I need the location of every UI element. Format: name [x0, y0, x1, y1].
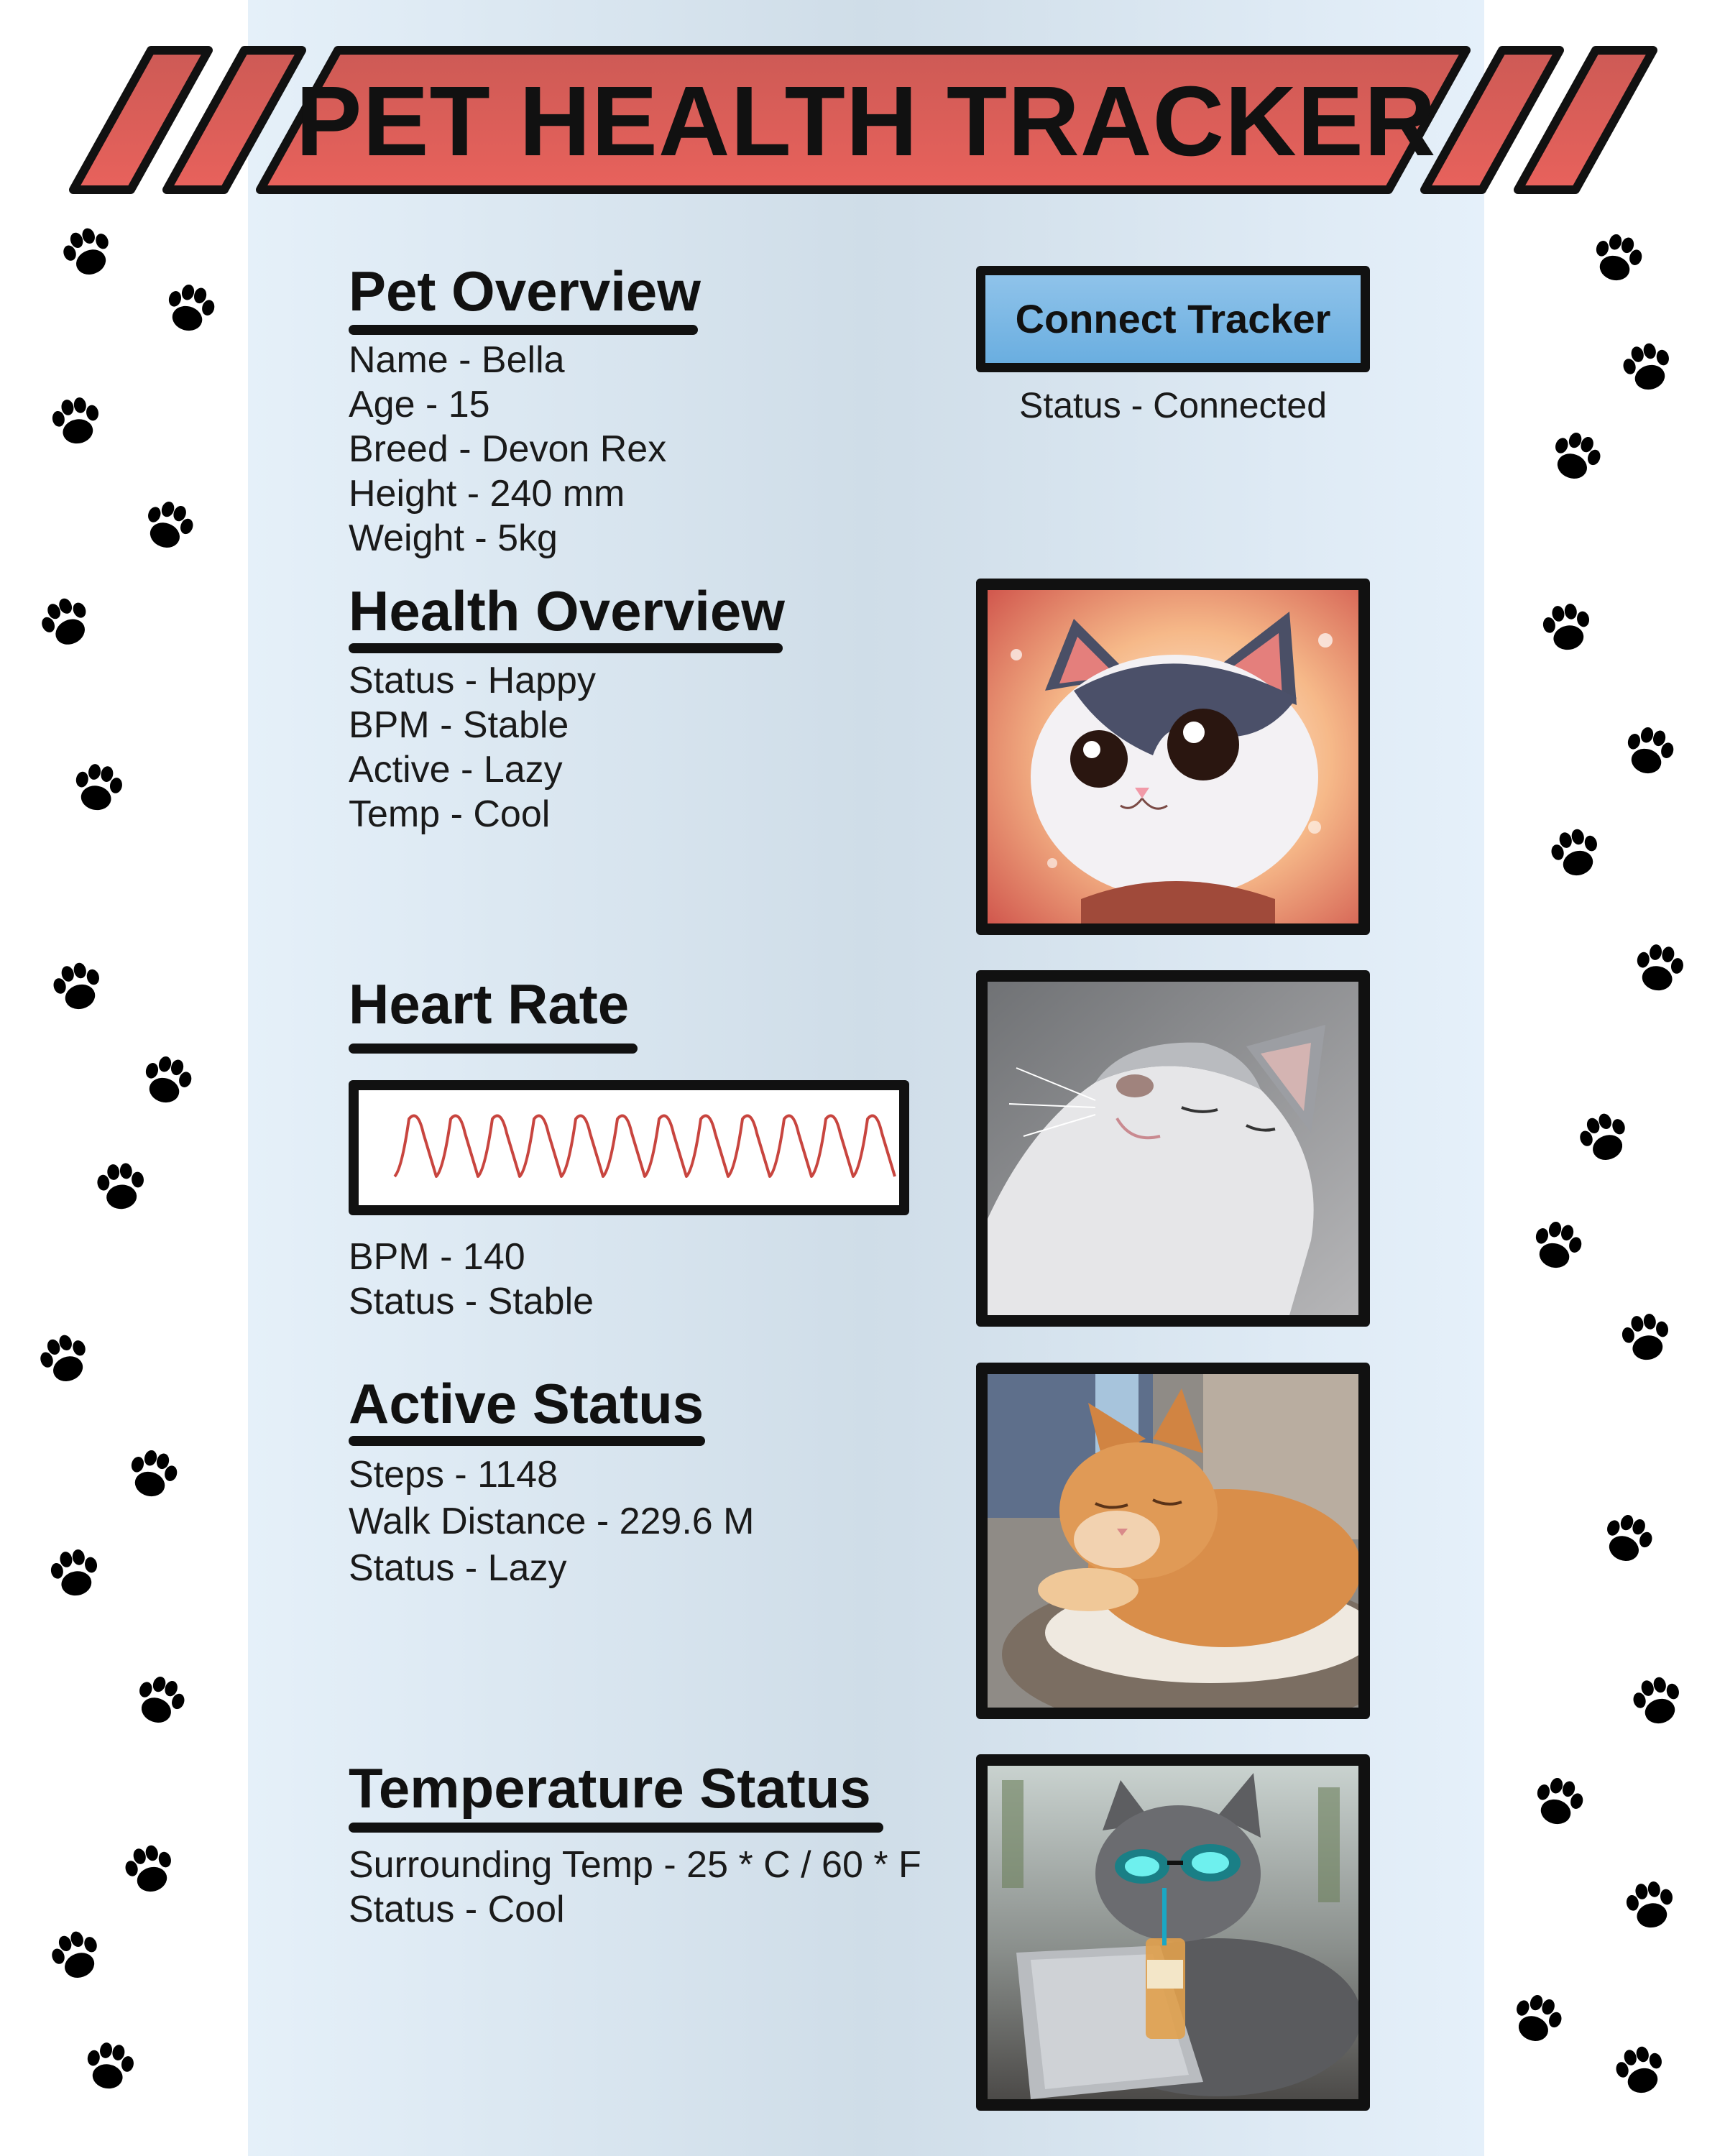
pet-name: Name - Bella — [349, 339, 565, 381]
ecg-waveform — [393, 1114, 896, 1178]
active-status-value: Status - Lazy — [349, 1547, 567, 1589]
heart-rate-bpm: BPM - 140 — [349, 1236, 525, 1278]
paw-print-icon — [121, 1841, 178, 1897]
temperature-status-value: Status - Cool — [349, 1889, 565, 1930]
surrounding-temp: Surrounding Temp - 25 * C / 60 * F — [349, 1844, 921, 1886]
paw-print-icon — [35, 591, 97, 653]
pet-overview-underline — [349, 325, 698, 335]
paw-print-icon — [47, 1547, 102, 1600]
active-steps: Steps - 1148 — [349, 1454, 558, 1496]
paw-print-icon — [1632, 941, 1686, 995]
connect-tracker-button[interactable]: Connect Tracker — [976, 266, 1370, 372]
temperature-status-heading: Temperature Status — [349, 1756, 871, 1820]
paw-print-icon — [49, 958, 106, 1015]
paw-print-icon — [1589, 230, 1647, 286]
paw-print-icon — [96, 1161, 147, 1211]
pet-height: Height - 240 mm — [349, 473, 625, 515]
heart-rate-heading: Heart Rate — [349, 972, 630, 1036]
paw-print-icon — [139, 496, 198, 555]
heart-rate-status: Status - Stable — [349, 1281, 594, 1322]
health-overview-list: Status - Happy BPM - Stable Active - Laz… — [349, 658, 596, 837]
paw-print-icon — [130, 1671, 190, 1730]
paw-print-icon — [34, 1330, 95, 1388]
cartoon-cat-photo — [976, 579, 1370, 935]
pet-age: Age - 15 — [349, 384, 490, 425]
pet-weight: Weight - 5kg — [349, 517, 558, 559]
paw-print-icon — [1529, 1217, 1586, 1273]
temperature-status-list: Surrounding Temp - 25 * C / 60 * F Statu… — [349, 1843, 921, 1932]
paw-print-icon — [1611, 2042, 1669, 2099]
paw-print-icon — [1546, 427, 1606, 486]
heart-rate-list: BPM - 140 Status - Stable — [349, 1235, 594, 1324]
health-bpm: BPM - Stable — [349, 704, 569, 746]
paw-print-icon — [124, 1446, 182, 1502]
pet-overview-list: Name - Bella Age - 15 Breed - Devon Rex … — [349, 338, 666, 561]
paw-print-icon — [1619, 1311, 1673, 1364]
health-active: Active - Lazy — [349, 749, 563, 791]
paw-print-icon — [1623, 1879, 1678, 1932]
paw-print-icon — [1598, 1509, 1657, 1568]
health-overview-underline — [349, 643, 783, 653]
health-overview-heading: Health Overview — [349, 579, 785, 642]
title-banner: PET HEALTH TRACKER — [65, 45, 1668, 195]
paw-print-icon — [1629, 1672, 1686, 1729]
paw-print-icon — [1619, 338, 1676, 395]
paw-print-icon — [71, 761, 125, 814]
active-status-heading: Active Status — [349, 1372, 704, 1435]
active-status-underline — [349, 1436, 705, 1446]
health-temp: Temp - Cool — [349, 793, 551, 835]
heart-rate-graph — [349, 1080, 909, 1215]
paw-print-icon — [1621, 723, 1678, 779]
paw-print-icon — [1574, 1108, 1634, 1167]
health-status: Status - Happy — [349, 660, 596, 701]
sleeping-orange-cat-photo — [976, 1363, 1370, 1719]
tracker-connection-status: Status - Connected — [1018, 385, 1328, 425]
paw-print-icon — [1530, 1774, 1588, 1830]
cool-cat-sunglasses-photo — [976, 1754, 1370, 2111]
paw-print-icon — [1540, 601, 1594, 654]
paw-print-icon — [1507, 1989, 1567, 2048]
pet-breed: Breed - Devon Rex — [349, 428, 667, 470]
paw-print-icon — [139, 1052, 196, 1108]
pet-overview-heading: Pet Overview — [349, 259, 701, 323]
gray-cat-photo — [976, 970, 1370, 1327]
paw-print-icon — [162, 280, 219, 336]
paw-print-icon — [49, 395, 104, 448]
active-walk-distance: Walk Distance - 229.6 M — [349, 1501, 755, 1542]
paw-print-icon — [83, 2040, 137, 2093]
paw-print-icon — [1547, 824, 1604, 881]
heart-rate-underline — [349, 1044, 638, 1054]
page-title: PET HEALTH TRACKER — [295, 66, 1437, 177]
active-status-list: Steps - 1148 Walk Distance - 229.6 M Sta… — [349, 1452, 754, 1592]
paw-print-icon — [46, 1926, 106, 1985]
paw-print-icon — [58, 223, 118, 282]
temperature-status-underline — [349, 1823, 883, 1833]
